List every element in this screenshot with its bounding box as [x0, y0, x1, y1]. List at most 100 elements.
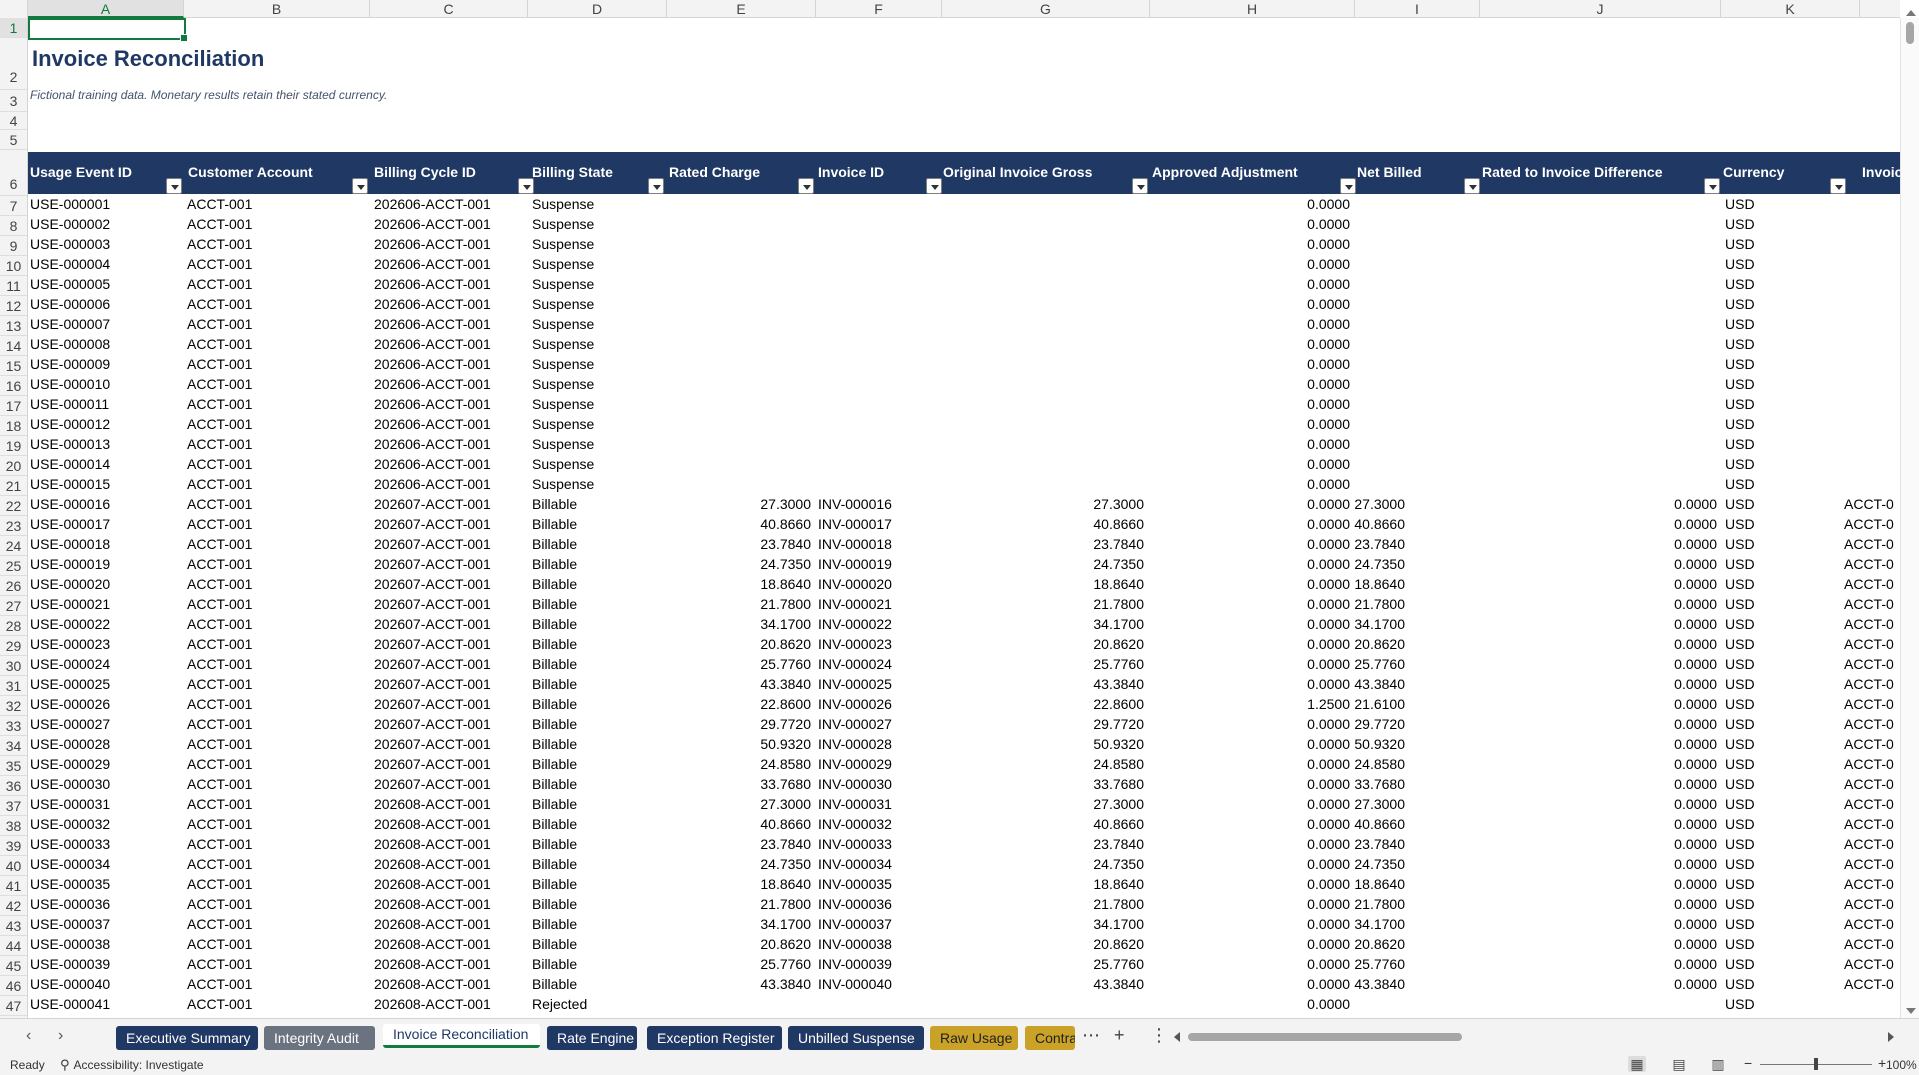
table-cell[interactable]: Billable: [532, 856, 577, 872]
table-cell[interactable]: ACCT-001: [187, 856, 252, 872]
table-cell[interactable]: 27.3000: [1275, 496, 1405, 512]
table-cell[interactable]: 20.8620: [681, 936, 811, 952]
table-cell[interactable]: ACCT-001: [187, 876, 252, 892]
table-cell[interactable]: 34.1700: [1275, 616, 1405, 632]
table-cell[interactable]: ACCT-0: [1844, 496, 1900, 512]
table-cell[interactable]: USD: [1725, 336, 1755, 352]
table-cell[interactable]: Suspense: [532, 416, 594, 432]
table-cell[interactable]: 202607-ACCT-001: [374, 556, 491, 572]
table-cell[interactable]: 202607-ACCT-001: [374, 616, 491, 632]
table-cell[interactable]: 20.8620: [1275, 636, 1405, 652]
column-header-d[interactable]: D: [528, 0, 667, 18]
table-cell[interactable]: Billable: [532, 696, 577, 712]
column-header-g[interactable]: G: [942, 0, 1150, 18]
table-cell[interactable]: Billable: [532, 616, 577, 632]
table-cell[interactable]: ACCT-001: [187, 596, 252, 612]
table-cell[interactable]: USD: [1725, 916, 1755, 932]
table-cell[interactable]: ACCT-001: [187, 356, 252, 372]
add-sheet-icon[interactable]: +: [1114, 1025, 1125, 1046]
table-cell[interactable]: 29.7720: [681, 716, 811, 732]
table-cell[interactable]: 23.7840: [1275, 836, 1405, 852]
table-cell[interactable]: USE-000001: [30, 196, 110, 212]
table-cell[interactable]: USE-000008: [30, 336, 110, 352]
table-cell[interactable]: 202607-ACCT-001: [374, 676, 491, 692]
table-cell[interactable]: 0.0000: [1220, 296, 1350, 312]
zoom-in-icon[interactable]: +: [1878, 1055, 1886, 1071]
table-cell[interactable]: USD: [1725, 876, 1755, 892]
table-cell[interactable]: ACCT-001: [187, 996, 252, 1012]
row-header-6[interactable]: 6: [0, 150, 27, 196]
table-cell[interactable]: ACCT-0: [1844, 636, 1900, 652]
table-cell[interactable]: 18.8640: [1014, 876, 1144, 892]
row-header-30[interactable]: 30: [0, 656, 27, 676]
table-cell[interactable]: 0.0000: [1587, 876, 1717, 892]
table-cell[interactable]: Billable: [532, 716, 577, 732]
table-cell[interactable]: 20.8620: [1275, 936, 1405, 952]
vertical-scrollbar[interactable]: [1900, 10, 1919, 1018]
table-cell[interactable]: 34.1700: [1014, 616, 1144, 632]
table-cell[interactable]: INV-000038: [818, 936, 892, 952]
table-cell[interactable]: 0.0000: [1220, 436, 1350, 452]
table-cell[interactable]: Billable: [532, 656, 577, 672]
table-cell[interactable]: 22.8600: [1014, 696, 1144, 712]
table-cell[interactable]: USE-000014: [30, 456, 110, 472]
table-cell[interactable]: USE-000013: [30, 436, 110, 452]
table-cell[interactable]: ACCT-001: [187, 616, 252, 632]
table-cell[interactable]: 202608-ACCT-001: [374, 876, 491, 892]
table-cell[interactable]: 202606-ACCT-001: [374, 296, 491, 312]
table-cell[interactable]: Billable: [532, 836, 577, 852]
table-cell[interactable]: ACCT-001: [187, 836, 252, 852]
row-header-47[interactable]: 47: [0, 996, 27, 1016]
table-cell[interactable]: ACCT-001: [187, 896, 252, 912]
table-cell[interactable]: 202606-ACCT-001: [374, 196, 491, 212]
table-cell[interactable]: Billable: [532, 496, 577, 512]
tab-raw-usage[interactable]: Raw Usage: [930, 1026, 1018, 1050]
table-cell[interactable]: 24.8580: [681, 756, 811, 772]
table-cell[interactable]: USD: [1725, 796, 1755, 812]
table-cell[interactable]: ACCT-001: [187, 376, 252, 392]
table-cell[interactable]: Suspense: [532, 456, 594, 472]
table-cell[interactable]: 202606-ACCT-001: [374, 256, 491, 272]
tab-integrity-audit[interactable]: Integrity Audit: [264, 1026, 375, 1050]
row-header-2[interactable]: 2: [0, 38, 27, 90]
table-cell[interactable]: 25.7760: [1275, 956, 1405, 972]
table-cell[interactable]: Suspense: [532, 336, 594, 352]
table-cell[interactable]: ACCT-001: [187, 636, 252, 652]
table-cell[interactable]: USD: [1725, 556, 1755, 572]
table-cell[interactable]: USE-000024: [30, 656, 110, 672]
table-cell[interactable]: Billable: [532, 896, 577, 912]
table-cell[interactable]: ACCT-001: [187, 396, 252, 412]
table-cell[interactable]: 43.3840: [1014, 976, 1144, 992]
table-cell[interactable]: 202607-ACCT-001: [374, 716, 491, 732]
table-cell[interactable]: ACCT-001: [187, 516, 252, 532]
table-cell[interactable]: ACCT-001: [187, 436, 252, 452]
table-cell[interactable]: USD: [1725, 576, 1755, 592]
table-cell[interactable]: ACCT-001: [187, 656, 252, 672]
table-cell[interactable]: 24.7350: [681, 556, 811, 572]
table-cell[interactable]: USD: [1725, 256, 1755, 272]
row-header-23[interactable]: 23: [0, 516, 27, 536]
table-cell[interactable]: ACCT-0: [1844, 756, 1900, 772]
table-cell[interactable]: USE-000002: [30, 216, 110, 232]
table-cell[interactable]: ACCT-0: [1844, 676, 1900, 692]
table-cell[interactable]: 0.0000: [1220, 456, 1350, 472]
table-cell[interactable]: ACCT-0: [1844, 536, 1900, 552]
table-cell[interactable]: 50.9320: [1014, 736, 1144, 752]
row-header-25[interactable]: 25: [0, 556, 27, 576]
filter-dropdown-icon[interactable]: [798, 178, 814, 194]
table-cell[interactable]: 20.8620: [1014, 936, 1144, 952]
table-cell[interactable]: ACCT-001: [187, 736, 252, 752]
table-cell[interactable]: USE-000016: [30, 496, 110, 512]
table-cell[interactable]: ACCT-001: [187, 336, 252, 352]
table-cell[interactable]: 18.8640: [681, 876, 811, 892]
table-cell[interactable]: USD: [1725, 396, 1755, 412]
table-cell[interactable]: 23.7840: [681, 836, 811, 852]
table-cell[interactable]: Suspense: [532, 476, 594, 492]
table-cell[interactable]: INV-000029: [818, 756, 892, 772]
table-cell[interactable]: ACCT-001: [187, 536, 252, 552]
table-cell[interactable]: ACCT-0: [1844, 776, 1900, 792]
table-cell[interactable]: Suspense: [532, 356, 594, 372]
table-cell[interactable]: ACCT-0: [1844, 916, 1900, 932]
table-cell[interactable]: USD: [1725, 976, 1755, 992]
table-cell[interactable]: 25.7760: [681, 656, 811, 672]
